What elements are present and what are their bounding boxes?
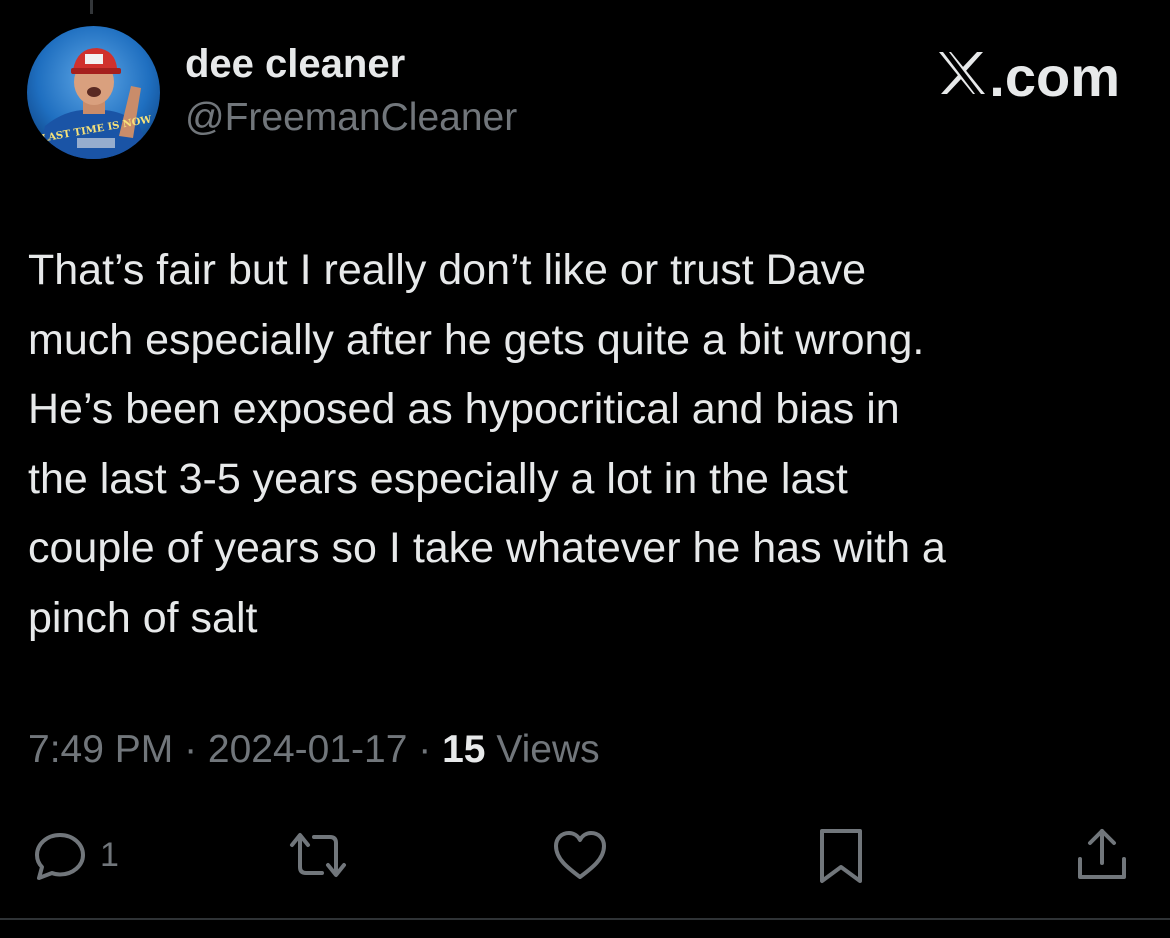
reply-button[interactable]: 1 — [28, 820, 119, 890]
tweet-date[interactable]: 2024-01-17 — [208, 728, 408, 771]
tweet-text-line: couple of years so I take whatever he ha… — [28, 524, 946, 572]
thread-connector-line — [90, 0, 93, 14]
x-logo-icon — [937, 44, 987, 109]
bookmark-icon — [812, 823, 870, 887]
tweet-text-line: That’s fair but I really don’t like or t… — [28, 246, 867, 294]
author-display-name[interactable]: dee cleaner — [185, 42, 405, 87]
bottom-divider — [0, 918, 1170, 920]
meta-separator: · — [407, 728, 443, 771]
like-button[interactable] — [548, 820, 612, 890]
author-handle[interactable]: @FreemanCleaner — [185, 96, 517, 140]
views-count[interactable]: 15 — [442, 728, 485, 771]
views-label[interactable]: Views — [485, 728, 599, 771]
share-button[interactable] — [1070, 820, 1134, 890]
tweet-text: That’s fair but I really don’t like or t… — [28, 236, 1138, 653]
reply-count: 1 — [100, 835, 119, 874]
retweet-icon — [282, 823, 354, 887]
tweet-text-line: the last 3-5 years especially a lot in t… — [28, 454, 848, 503]
tweet-time[interactable]: 7:49 PM — [28, 728, 173, 771]
share-icon — [1070, 823, 1134, 887]
heart-icon — [548, 823, 612, 887]
tweet-text-line: pinch of salt — [28, 593, 258, 642]
reply-icon — [28, 823, 92, 887]
tweet-text-line: much especially after he gets quite a bi… — [28, 315, 925, 364]
tweet-actions-bar: 1 — [0, 820, 1170, 890]
tweet-metadata: 7:49 PM · 2024-01-17 · 15 Views — [28, 728, 600, 772]
brand-domain-label: .com — [989, 45, 1120, 108]
tweet-text-line: He’s been exposed as hypocritical and bi… — [28, 385, 900, 433]
retweet-button[interactable] — [282, 820, 354, 890]
bookmark-button[interactable] — [812, 820, 870, 890]
brand-watermark: .com — [937, 44, 1120, 109]
meta-separator: · — [173, 728, 208, 771]
avatar-image: LAST TIME IS NOW — [27, 26, 160, 159]
avatar[interactable]: LAST TIME IS NOW — [27, 26, 160, 159]
